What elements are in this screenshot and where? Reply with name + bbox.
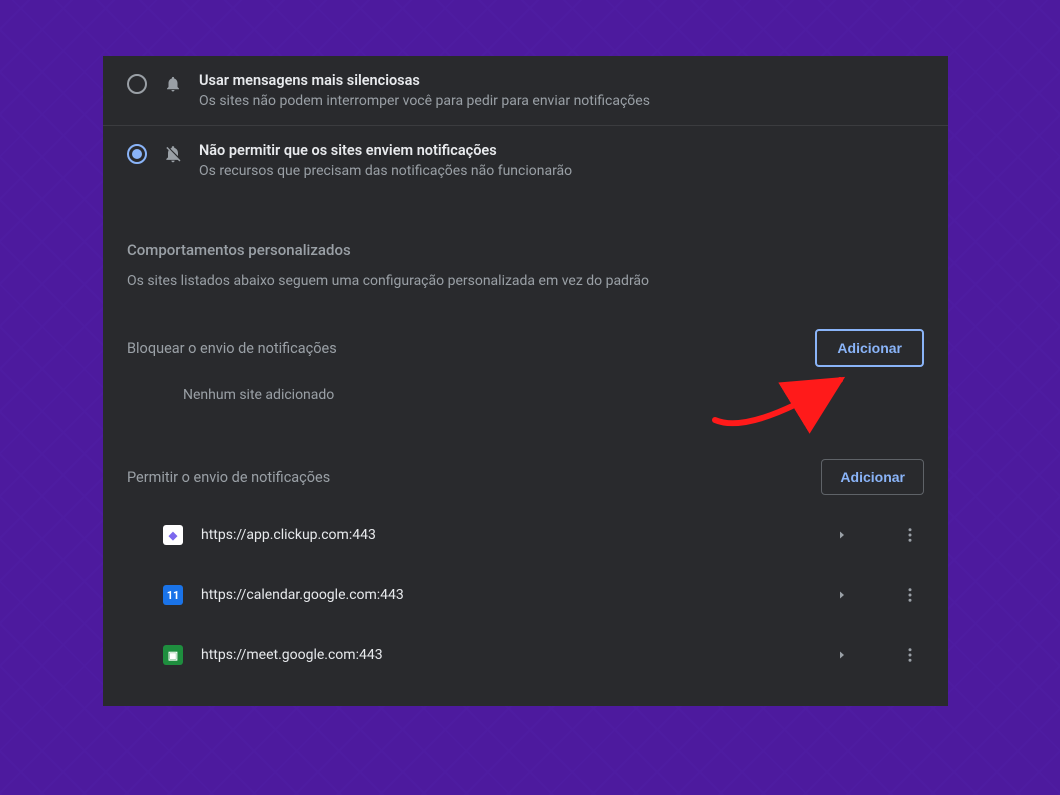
site-url: https://calendar.google.com:443 bbox=[201, 587, 828, 603]
site-url: https://app.clickup.com:443 bbox=[201, 527, 828, 543]
site-row[interactable]: ◆ https://app.clickup.com:443 bbox=[103, 505, 948, 565]
custom-behaviors-heading: Comportamentos personalizados bbox=[103, 207, 948, 263]
block-notifications-row: Bloquear o envio de notificações Adicion… bbox=[103, 299, 948, 377]
more-options-icon[interactable] bbox=[896, 581, 924, 609]
site-row[interactable]: ▣ https://meet.google.com:443 bbox=[103, 625, 948, 685]
radio-control[interactable] bbox=[127, 74, 147, 94]
more-options-icon[interactable] bbox=[896, 521, 924, 549]
block-empty-hint: Nenhum site adicionado bbox=[103, 377, 948, 423]
radio-option-block[interactable]: Não permitir que os sites enviem notific… bbox=[103, 126, 948, 207]
settings-panel: Usar mensagens mais silenciosas Os sites… bbox=[103, 56, 948, 706]
chevron-right-icon[interactable] bbox=[828, 581, 856, 609]
radio-option-quiet[interactable]: Usar mensagens mais silenciosas Os sites… bbox=[103, 56, 948, 126]
allow-notifications-row: Permitir o envio de notificações Adicion… bbox=[103, 423, 948, 505]
add-block-button[interactable]: Adicionar bbox=[815, 329, 924, 367]
more-options-icon[interactable] bbox=[896, 641, 924, 669]
chevron-right-icon[interactable] bbox=[828, 521, 856, 549]
site-favicon-calendar-icon: 11 bbox=[163, 585, 183, 605]
option-title: Usar mensagens mais silenciosas bbox=[199, 72, 650, 89]
chevron-right-icon[interactable] bbox=[828, 641, 856, 669]
add-allow-button[interactable]: Adicionar bbox=[821, 459, 924, 495]
bell-off-icon bbox=[163, 144, 183, 164]
option-desc: Os recursos que precisam das notificaçõe… bbox=[199, 163, 572, 179]
block-label: Bloquear o envio de notificações bbox=[127, 340, 337, 357]
bell-icon bbox=[163, 74, 183, 94]
allow-label: Permitir o envio de notificações bbox=[127, 469, 330, 486]
site-row[interactable]: 11 https://calendar.google.com:443 bbox=[103, 565, 948, 625]
custom-behaviors-subtext: Os sites listados abaixo seguem uma conf… bbox=[103, 263, 948, 299]
site-url: https://meet.google.com:443 bbox=[201, 647, 828, 663]
option-desc: Os sites não podem interromper você para… bbox=[199, 93, 650, 109]
site-favicon-clickup-icon: ◆ bbox=[163, 525, 183, 545]
site-favicon-meet-icon: ▣ bbox=[163, 645, 183, 665]
radio-control-selected[interactable] bbox=[127, 144, 147, 164]
option-title: Não permitir que os sites enviem notific… bbox=[199, 142, 572, 159]
